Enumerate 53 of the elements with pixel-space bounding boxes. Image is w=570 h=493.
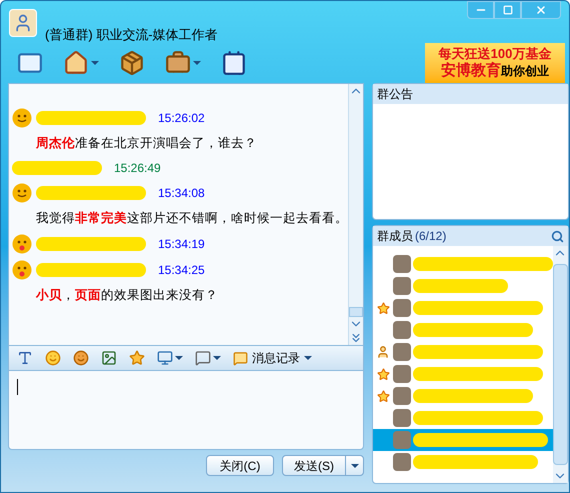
- avatar-placeholder: [393, 365, 411, 383]
- star-icon: [376, 302, 390, 314]
- message-input-field[interactable]: [8, 370, 364, 450]
- message-text: 小贝，页面的效果图出来没有？: [34, 286, 219, 304]
- close-chat-button[interactable]: 关闭(C): [206, 455, 274, 476]
- message-time: 15:34:25: [158, 262, 205, 278]
- member-count: (6/12): [415, 228, 446, 245]
- ad-brand: 安博教育: [441, 62, 501, 80]
- caret-icon: [91, 61, 99, 65]
- avatar-placeholder: [393, 277, 411, 295]
- message-text: 我觉得非常完美这部片还不错啊，啥时候一起去看看。: [35, 210, 348, 227]
- close-icon: [535, 4, 547, 16]
- message-time: 15:26:49: [114, 160, 161, 177]
- group-avatar-icon: [9, 9, 37, 37]
- scroll-thumb[interactable]: [349, 307, 363, 317]
- ad-slogan: 助你创业: [501, 64, 549, 79]
- message-text: 周杰伦准备在北京开演唱会了，谁去？: [35, 135, 258, 152]
- message-time: 15:34:08: [158, 184, 205, 202]
- caret-icon: [213, 356, 221, 360]
- star-icon: [376, 368, 390, 380]
- smiley-icon: [12, 182, 32, 203]
- speech-bubble-icon: [233, 350, 248, 366]
- avatar-placeholder: [393, 453, 411, 471]
- member-title: 群成员: [377, 228, 413, 245]
- message-time: 15:34:19: [158, 236, 205, 252]
- smiley-icon: [12, 108, 32, 128]
- advertisement-banner[interactable]: 每天狂送100万基金 安博教育助你创业: [425, 43, 565, 83]
- star-icon: [376, 390, 390, 402]
- avatar-placeholder: [393, 431, 411, 449]
- caret-icon: [175, 356, 183, 360]
- scroll-thumb[interactable]: [553, 264, 568, 465]
- tongue-face-icon: [12, 234, 32, 254]
- announcement-title: 群公告: [373, 84, 568, 104]
- avatar-placeholder: [393, 299, 411, 317]
- caret-icon: [193, 61, 201, 65]
- close-button[interactable]: [521, 1, 561, 19]
- member-scrollbar[interactable]: [553, 246, 568, 483]
- maximize-icon: [502, 5, 512, 15]
- member-row[interactable]: [373, 429, 553, 451]
- avatar-placeholder: [393, 255, 411, 273]
- message-history-button[interactable]: 消息记录: [229, 349, 316, 367]
- tongue-face-icon: [12, 260, 32, 280]
- search-icon: [551, 230, 564, 242]
- window-title: (普通群) 职业交流-媒体工作者: [45, 26, 218, 44]
- avatar-placeholder: [393, 343, 411, 361]
- scrollbar[interactable]: [348, 84, 363, 345]
- maximize-button[interactable]: [494, 1, 521, 19]
- avatar-placeholder: [393, 321, 411, 339]
- person-icon: [376, 345, 390, 359]
- message-time: 15:26:02: [158, 110, 205, 127]
- avatar-placeholder: [393, 387, 411, 405]
- ad-headline: 每天狂送100万基金: [438, 46, 552, 62]
- avatar-placeholder: [393, 409, 411, 427]
